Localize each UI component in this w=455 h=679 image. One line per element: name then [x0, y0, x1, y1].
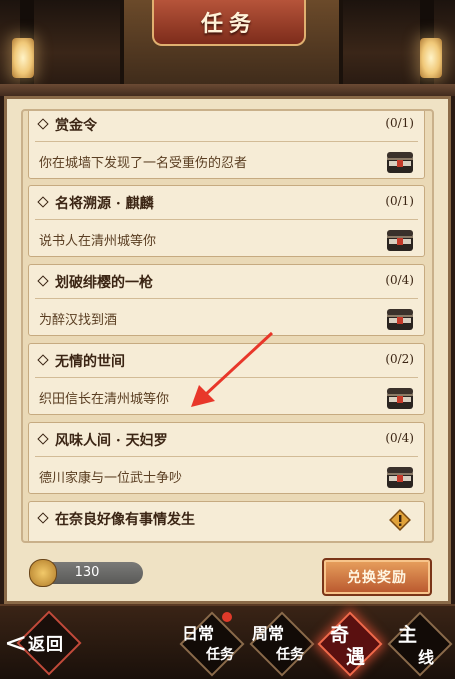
quest-item[interactable]: 赏金令 (0/1) 你在城墙下发现了一名受重伤的忍者: [28, 111, 425, 179]
tab-label-2: 任务: [276, 647, 304, 663]
quest-progress: (0/2): [385, 352, 414, 366]
back-button[interactable]: < 返回: [0, 610, 84, 676]
quest-list[interactable]: 赏金令 (0/1) 你在城墙下发现了一名受重伤的忍者 名将溯源 · 麒麟 (0/…: [21, 109, 434, 543]
quest-progress: (0/4): [385, 431, 414, 445]
tab-label-2: 线: [418, 648, 435, 667]
tab-daily[interactable]: 日常 任务: [179, 611, 245, 677]
chest-icon[interactable]: [386, 150, 414, 174]
tab-label-1: 日常: [182, 624, 215, 643]
quest-description: 德川家康与一位武士争吵: [39, 471, 183, 486]
warning-icon[interactable]: [388, 508, 412, 532]
tab-weekly[interactable]: 周常 任务: [249, 611, 315, 677]
tab-label-2: 遇: [346, 646, 366, 668]
currency-display: 130: [29, 559, 143, 587]
quest-progress: (0/1): [385, 116, 414, 130]
quest-title: 在奈良好像有事情发生: [37, 509, 195, 529]
scroll-rod: [0, 84, 455, 96]
diamond-icon: [37, 275, 49, 287]
diamond-icon: [37, 433, 49, 445]
quest-description: 说书人在清州城等你: [39, 234, 157, 249]
quest-description: 织田信长在清州城等你: [39, 392, 170, 407]
tab-label-1: 主: [398, 624, 418, 646]
quest-panel: 赏金令 (0/1) 你在城墙下发现了一名受重伤的忍者 名将溯源 · 麒麟 (0/…: [4, 96, 451, 604]
tab-main[interactable]: 主 线: [387, 611, 453, 677]
page-title: 任务: [152, 0, 306, 46]
diamond-icon: [37, 512, 49, 524]
lantern-left-icon: [12, 38, 34, 78]
chest-icon[interactable]: [386, 465, 414, 489]
tab-encounter[interactable]: 奇 遇: [317, 611, 383, 677]
chest-icon[interactable]: [386, 307, 414, 331]
currency-value: 130: [74, 565, 100, 580]
diamond-icon: [37, 196, 49, 208]
quest-item[interactable]: 风味人间 · 天妇罗 (0/4) 德川家康与一位武士争吵: [28, 422, 425, 494]
quest-description: 为醉汉找到酒: [39, 313, 118, 328]
quest-item[interactable]: 划破绯樱的一枪 (0/4) 为醉汉找到酒: [28, 264, 425, 336]
pointer-arrow-icon: [191, 331, 274, 407]
divider: [35, 219, 418, 220]
quest-title: 无情的世间: [37, 351, 125, 371]
quest-title: 赏金令: [37, 115, 97, 135]
exchange-reward-button[interactable]: 兑换奖励: [322, 558, 432, 596]
quest-item[interactable]: 在奈良好像有事情发生: [28, 501, 425, 541]
quest-title: 风味人间 · 天妇罗: [37, 430, 168, 450]
chest-icon[interactable]: [386, 386, 414, 410]
lantern-right-icon: [420, 38, 442, 78]
quest-progress: (0/1): [385, 194, 414, 208]
tab-label-1: 周常: [252, 624, 285, 643]
bottom-nav: < 返回 日常 任务 周常 任务 奇 遇 主 线: [0, 604, 455, 679]
chevron-left-icon: <: [4, 626, 28, 659]
tab-label-2: 任务: [206, 647, 234, 663]
quest-progress: (0/4): [385, 273, 414, 287]
chest-icon[interactable]: [386, 228, 414, 252]
diamond-icon: [37, 118, 49, 130]
divider: [35, 141, 418, 142]
notification-dot: [222, 612, 232, 622]
header-banner: 任务: [0, 0, 455, 96]
divider: [35, 456, 418, 457]
diamond-icon: [37, 354, 49, 366]
quest-title: 名将溯源 · 麒麟: [37, 193, 154, 213]
back-label: 返回: [28, 635, 64, 655]
divider: [35, 298, 418, 299]
quest-title: 划破绯樱的一枪: [37, 272, 153, 292]
quest-item[interactable]: 名将溯源 · 麒麟 (0/1) 说书人在清州城等你: [28, 185, 425, 257]
quest-description: 你在城墙下发现了一名受重伤的忍者: [39, 156, 248, 171]
